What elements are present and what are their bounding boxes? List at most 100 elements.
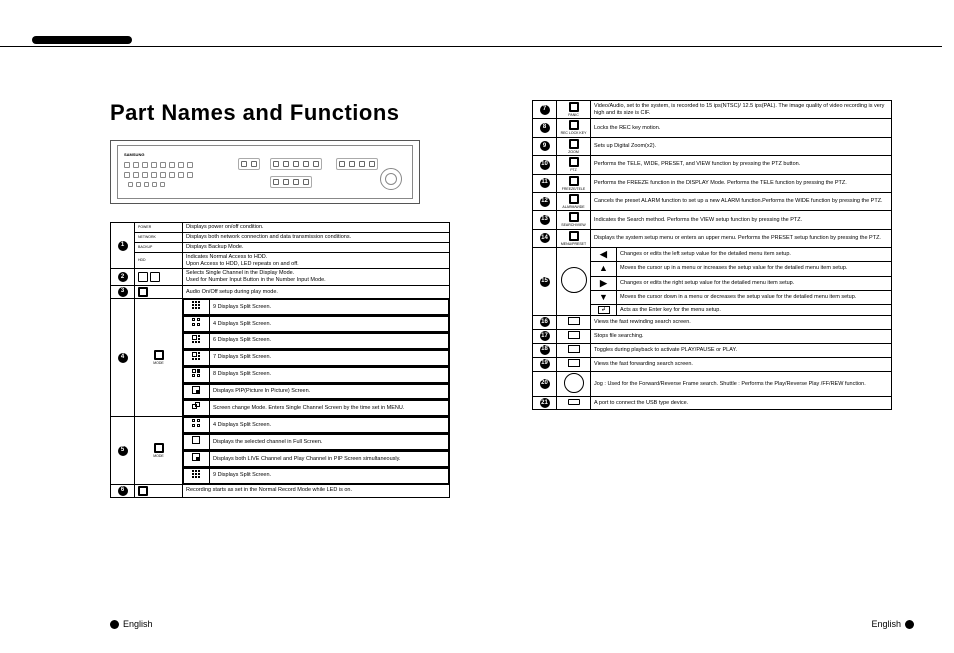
- num-3: 3: [111, 286, 135, 299]
- desc-panic: Video/Audio, set to the system, is recor…: [591, 101, 892, 119]
- desc-reclock: Locks the REC key motion.: [591, 119, 892, 137]
- header-bar: [32, 36, 132, 44]
- right-table: 7 PANIC Video/Audio, set to the system, …: [532, 100, 892, 410]
- desc-seq: Screen change Mode. Enters Single Channe…: [210, 401, 449, 416]
- desc-rew: Views the fast rewinding search screen.: [591, 316, 892, 330]
- pip-icon: [184, 384, 210, 399]
- desc-freeze: Performs the FREEZE function in the DISP…: [591, 174, 892, 192]
- jog-icon: [557, 371, 591, 397]
- num-8: 8: [533, 119, 557, 137]
- search-icon: SEARCH/VIEW: [557, 211, 591, 229]
- desc-5-split4: 4 Displays Split Screen.: [210, 418, 449, 433]
- mode-icon-5: MODE: [135, 417, 183, 485]
- freeze-icon: FREEZE/TELE: [557, 174, 591, 192]
- arrow-down-icon: ▼: [591, 290, 617, 304]
- grid8-icon: [184, 367, 210, 382]
- footer-right: English: [871, 619, 914, 629]
- num-16: 16: [533, 316, 557, 330]
- num-10: 10: [533, 156, 557, 174]
- enter-icon: ↲: [591, 305, 617, 316]
- desc-up: Moves the cursor up in a menu or increas…: [617, 262, 892, 276]
- num-11: 11: [533, 174, 557, 192]
- panic-icon: PANIC: [557, 101, 591, 119]
- alarm-icon: ALARM/WIDE: [557, 192, 591, 210]
- dpad-icon: [557, 248, 591, 316]
- desc-menu: Displays the system setup menu or enters…: [591, 229, 892, 247]
- desc-split9: 9 Displays Split Screen.: [210, 300, 449, 315]
- ch-buttons-icon: [135, 269, 183, 286]
- menu-icon: MENU/PRESET: [557, 229, 591, 247]
- page-title: Part Names and Functions: [110, 100, 492, 126]
- desc-split6: 6 Displays Split Screen.: [210, 333, 449, 348]
- ptz-icon: PTZ: [557, 156, 591, 174]
- desc-full: Displays the selected channel in Full Sc…: [210, 435, 449, 450]
- grid7-icon: [184, 350, 210, 365]
- arrow-left-icon: ◀: [591, 248, 617, 262]
- left-table: 1 POWER Displays power on/off condition.…: [110, 222, 450, 498]
- desc-ff: Views the fast forwarding search screen.: [591, 357, 892, 371]
- full-icon: [184, 435, 210, 450]
- reclock-icon: REC LOCK KEY: [557, 119, 591, 137]
- grid6-icon: [184, 333, 210, 348]
- num-4: 4: [111, 299, 135, 417]
- header-rule: [0, 46, 942, 47]
- desc-usb: A port to connect the USB type device.: [591, 397, 892, 410]
- grid4-icon: [184, 317, 210, 332]
- livepip-icon: [184, 452, 210, 467]
- ff-icon: [557, 357, 591, 371]
- desc-livepip: Displays both LIVE Channel and Play Chan…: [210, 452, 449, 467]
- desc-alarm: Cancels the preset ALARM function to set…: [591, 192, 892, 210]
- page-dot-icon: [110, 620, 119, 629]
- num-13: 13: [533, 211, 557, 229]
- seq-icon: [184, 401, 210, 416]
- audio-icon: [135, 286, 183, 299]
- right-column: 7 PANIC Video/Audio, set to the system, …: [532, 100, 914, 498]
- rec-icon: [135, 484, 183, 497]
- desc-5-split9: 9 Displays Split Screen.: [210, 468, 449, 483]
- footer-text: English: [871, 619, 901, 629]
- device-brand: SAMSUNG: [124, 152, 144, 157]
- grid4b-icon: [184, 418, 210, 433]
- num-5: 5: [111, 417, 135, 485]
- desc-down: Moves the cursor down in a menu or decre…: [617, 290, 892, 304]
- rew-icon: [557, 316, 591, 330]
- num-15: 15: [533, 248, 557, 316]
- desc-enter: Acts as the Enter key for the menu setup…: [617, 305, 892, 316]
- num-17: 17: [533, 329, 557, 343]
- label-network: NETWORK: [135, 232, 183, 242]
- num-1: 1: [111, 223, 135, 269]
- desc-play: Toggles during playback to activate PLAY…: [591, 343, 892, 357]
- arrow-right-icon: ▶: [591, 276, 617, 290]
- desc-rec: Recording starts as set in the Normal Re…: [183, 484, 450, 497]
- device-illustration: SAMSUNG: [110, 140, 420, 204]
- desc-split8: 8 Displays Split Screen.: [210, 367, 449, 382]
- desc-split4: 4 Displays Split Screen.: [210, 317, 449, 332]
- num-21: 21: [533, 397, 557, 410]
- grid9b-icon: [184, 468, 210, 483]
- num-6: 6: [111, 484, 135, 497]
- arrow-up-icon: ▲: [591, 262, 617, 276]
- desc-backup: Displays Backup Mode.: [183, 242, 450, 252]
- label-hdd: HDD: [135, 252, 183, 269]
- page-dot-icon: [905, 620, 914, 629]
- num-20: 20: [533, 371, 557, 397]
- num-2: 2: [111, 269, 135, 286]
- desc-power: Displays power on/off condition.: [183, 223, 450, 233]
- desc-zoom: Sets up Digital Zoom(x2).: [591, 137, 892, 155]
- num-14: 14: [533, 229, 557, 247]
- desc-audio: Audio On/Off setup during play mode.: [183, 286, 450, 299]
- footer-left: English: [110, 619, 153, 629]
- grid9-icon: [184, 300, 210, 315]
- desc-pip: Displays PIP(Picture In Picture) Screen.: [210, 384, 449, 399]
- usb-icon: [557, 397, 591, 410]
- num-18: 18: [533, 343, 557, 357]
- num-7: 7: [533, 101, 557, 119]
- desc-split7: 7 Displays Split Screen.: [210, 350, 449, 365]
- desc-right: Changes or edits the right setup value f…: [617, 276, 892, 290]
- label-power: POWER: [135, 223, 183, 233]
- num-9: 9: [533, 137, 557, 155]
- desc-left: Changes or edits the left setup value fo…: [617, 248, 892, 262]
- desc-network: Displays both network connection and dat…: [183, 232, 450, 242]
- desc-search: Indicates the Search method. Performs th…: [591, 211, 892, 229]
- footer-text: English: [123, 619, 153, 629]
